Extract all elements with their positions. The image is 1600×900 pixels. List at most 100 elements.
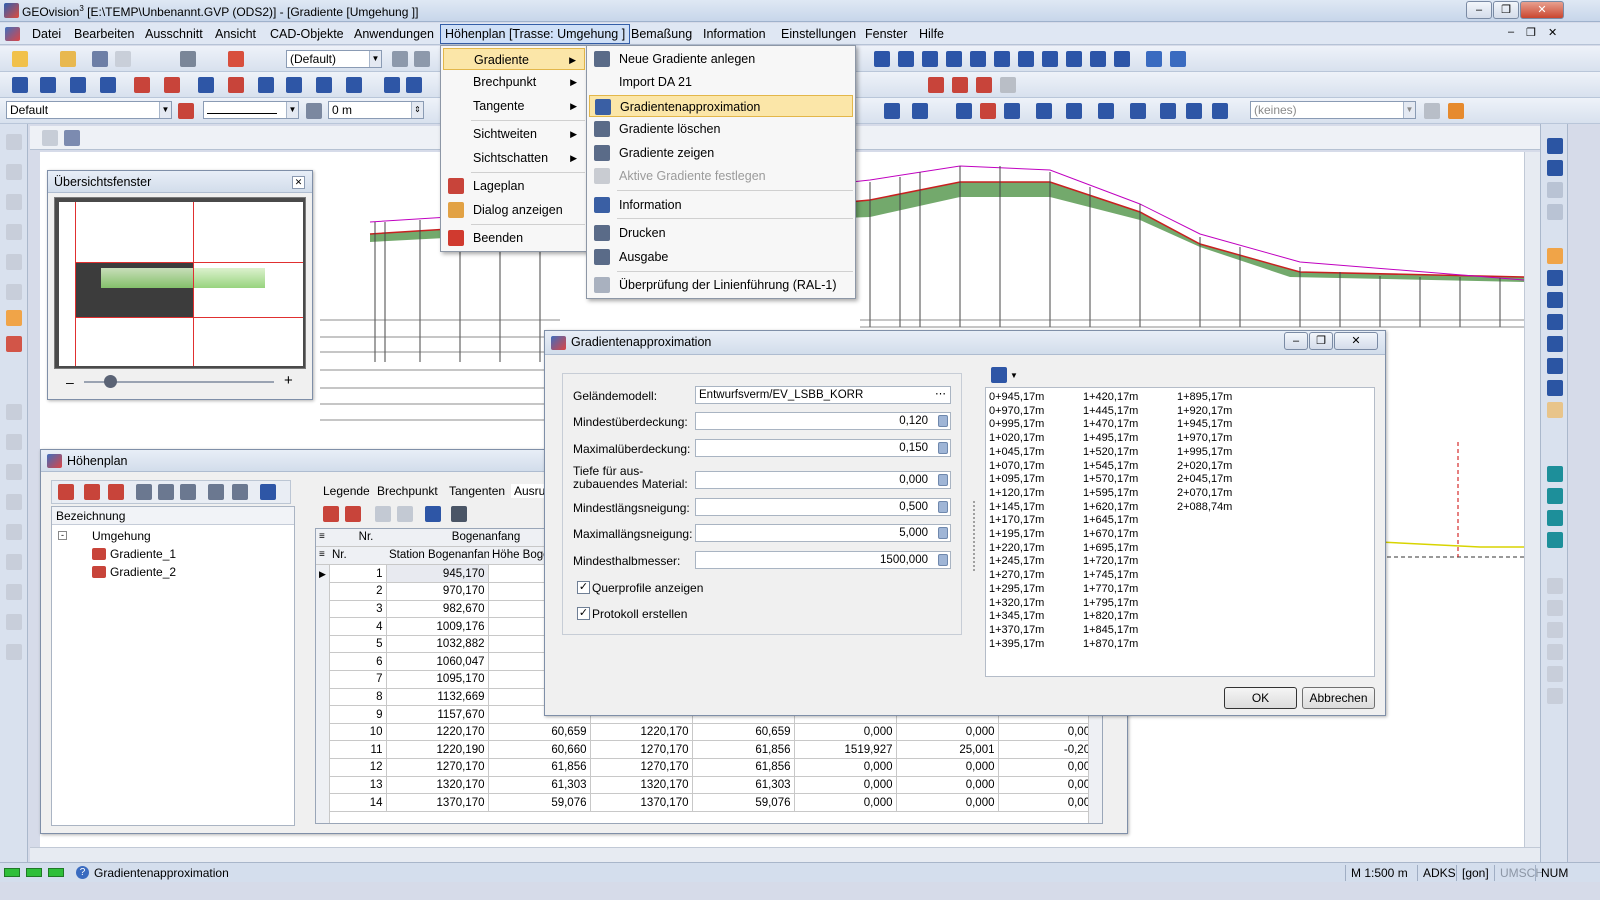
station-item[interactable]: 1+495,17m [1083,432,1138,446]
menu-ausschnitt[interactable]: Ausschnitt [141,26,207,42]
snap-d-icon[interactable] [1547,532,1563,548]
menuitem-ausgabe[interactable]: Ausgabe [589,246,853,268]
offset-combo[interactable]: 0 m ⇕ [328,101,424,119]
tree-header[interactable]: Bezeichnung [52,507,294,525]
station-item[interactable]: 1+295,17m [989,583,1044,597]
eraser-icon[interactable] [1000,77,1016,93]
tree-add-icon[interactable] [84,484,100,500]
tool-b-icon[interactable] [912,103,928,119]
station-item[interactable]: 1+895,17m [1177,391,1232,405]
side-tool-3-icon[interactable] [6,194,22,210]
table-cell[interactable]: 1157,670 [386,705,489,724]
cad-f-icon[interactable] [1547,688,1563,704]
menuitem-drucken[interactable]: Drucken [589,222,853,244]
tree-options-icon[interactable] [260,484,276,500]
station-item[interactable]: 1+970,17m [1177,432,1232,446]
row-number-cell[interactable]: 12 [330,758,387,777]
table-cell[interactable]: 61,856 [692,740,795,760]
table-cell[interactable]: 0,000 [794,793,897,812]
station-item[interactable]: 1+370,17m [989,624,1044,638]
splitter[interactable] [299,506,307,826]
zoom-window-icon[interactable] [1547,270,1563,286]
cad-a-icon[interactable] [1547,578,1563,594]
station-icon-7[interactable] [1018,51,1034,67]
station-item[interactable]: 1+120,17m [989,487,1044,501]
table-row[interactable]: 13 1320,170 61,303 1320,170 61,303 0,000 0,000… [330,776,1101,795]
station-item[interactable]: 1+245,17m [989,555,1044,569]
node-icon[interactable] [316,77,332,93]
delete-all-icon[interactable] [976,77,992,93]
station-item[interactable]: 0+945,17m [989,391,1044,405]
grid-col-nr[interactable]: Nr. [332,549,347,561]
menu-hoehenplan[interactable]: Höhenplan [Trasse: Umgehung ] [440,24,631,44]
tree-remove-icon[interactable] [108,484,124,500]
side-active-tool-icon[interactable] [6,310,22,326]
row-number-cell[interactable]: 13 [330,776,387,795]
menuitem-sichtschatten[interactable]: Sichtschatten ▶ [443,147,585,169]
dialog-splitter[interactable] [973,501,977,571]
side-tool-5-icon[interactable] [6,254,22,270]
settings-icon[interactable] [1170,51,1186,67]
table-cell[interactable]: 1009,176 [386,617,489,636]
menuitem-tangente[interactable]: Tangente ▶ [443,95,585,117]
station-item[interactable]: 1+945,17m [1177,418,1232,432]
layer-combo[interactable]: Default ▼ [6,101,172,119]
table-tool-5-icon[interactable] [425,506,441,522]
table-cell[interactable]: 1220,170 [386,723,489,742]
menu-hilfe[interactable]: Hilfe [915,26,948,42]
field-maximalueberdeckung[interactable]: 0,150 [695,439,951,457]
station-icon-2[interactable] [898,51,914,67]
table-cell[interactable]: 25,001 [896,740,999,760]
table-cell[interactable]: 1519,927 [794,740,897,760]
station-item[interactable]: 1+445,17m [1083,405,1138,419]
station-item[interactable]: 1+820,17m [1083,610,1138,624]
minimize-button[interactable]: – [1466,1,1492,19]
canvas-horizontal-scrollbar[interactable] [30,847,1540,862]
table-cell[interactable]: 1032,882 [386,635,489,654]
field-mindesthalbmesser[interactable]: 1500,000 [695,551,951,569]
table-cell[interactable]: 60,660 [488,740,591,760]
table-cell[interactable]: 61,303 [692,776,795,795]
offset-icon[interactable] [306,103,322,119]
table-cell[interactable]: 1320,170 [590,776,693,795]
menuitem-gradiente-zeigen[interactable]: Gradiente zeigen [589,142,853,164]
table-icon[interactable] [1146,51,1162,67]
station-icon-6[interactable] [994,51,1010,67]
station-item[interactable]: 1+595,17m [1083,487,1138,501]
dialog-minimize-button[interactable]: – [1284,332,1308,350]
polyline-icon[interactable] [70,77,86,93]
dim-icon[interactable] [228,77,244,93]
table-cell[interactable]: 0,000 [998,776,1101,795]
menuitem-information[interactable]: Information [589,194,853,216]
table-cell[interactable]: 60,659 [692,723,795,742]
grid-col-station[interactable]: Station Bogenanfang [389,549,489,561]
menu-fenster[interactable]: Fenster [861,26,911,42]
table-tool-1-icon[interactable] [323,506,339,522]
field-tiefe-material[interactable]: 0,000 [695,471,951,489]
side-tool-6-icon[interactable] [6,284,22,300]
menuitem-brechpunkt[interactable]: Brechpunkt ▶ [443,71,585,93]
station-icon-9[interactable] [1066,51,1082,67]
table-cell[interactable]: 61,856 [488,758,591,777]
station-item[interactable]: 1+345,17m [989,610,1044,624]
snap-c-icon[interactable] [1547,510,1563,526]
menuitem-dialog-anzeigen[interactable]: Dialog anzeigen [443,199,585,221]
table-row[interactable]: 11 1220,190 60,660 1270,170 61,856 1519,927 25… [330,740,1101,760]
field-mindestueberdeckung[interactable]: 0,120 [695,412,951,430]
find-icon[interactable] [92,51,108,67]
side-tool-11-icon[interactable] [6,494,22,510]
row-number-cell[interactable]: 4 [330,617,387,636]
table-cell[interactable]: 1270,170 [386,758,489,777]
menu-information[interactable]: Information [699,26,770,42]
tool-c-icon[interactable] [956,103,972,119]
row-number-cell[interactable]: 5 [330,635,387,654]
station-item[interactable]: 1+395,17m [989,638,1044,652]
station-item[interactable]: 1+520,17m [1083,446,1138,460]
line-icon[interactable] [40,77,56,93]
tool-i-icon[interactable] [1130,103,1146,119]
side-tool-14-icon[interactable] [6,584,22,600]
arrow-up-icon[interactable] [1547,160,1563,176]
table-cell[interactable]: 0,000 [998,758,1101,777]
station-item[interactable]: 1+020,17m [989,432,1044,446]
table-cell[interactable]: 1370,170 [386,793,489,812]
